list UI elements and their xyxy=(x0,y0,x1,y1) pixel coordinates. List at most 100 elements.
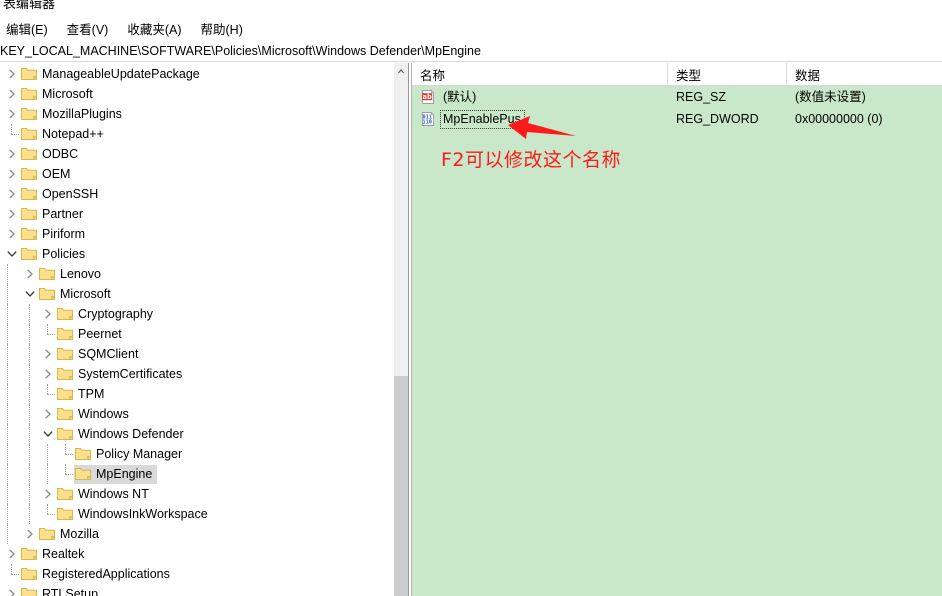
tree-item-openssh[interactable]: OpenSSH xyxy=(0,184,394,204)
chevron-right-icon[interactable] xyxy=(22,264,38,284)
chevron-right-icon[interactable] xyxy=(40,344,56,364)
chevron-right-icon[interactable] xyxy=(4,144,20,164)
tree-item-content[interactable]: Microsoft xyxy=(20,85,98,104)
tree-item-windows[interactable]: Windows xyxy=(0,404,394,424)
menu-view[interactable]: 查看(V) xyxy=(65,20,118,40)
tree-item-content[interactable]: OpenSSH xyxy=(20,185,103,204)
scroll-thumb[interactable] xyxy=(394,376,408,596)
tree-item-content[interactable]: TPM xyxy=(56,385,109,404)
folder-icon xyxy=(39,527,56,541)
address-bar[interactable]: KEY_LOCAL_MACHINE\SOFTWARE\Policies\Micr… xyxy=(0,42,942,62)
tree-indent-guide xyxy=(40,444,58,464)
chevron-right-icon[interactable] xyxy=(40,304,56,324)
tree-item-cryptography[interactable]: Cryptography xyxy=(0,304,394,324)
tree-item-content[interactable]: Cryptography xyxy=(56,305,158,324)
tree-item-content[interactable]: Partner xyxy=(20,205,88,224)
tree-item-partner[interactable]: Partner xyxy=(0,204,394,224)
tree-item-content[interactable]: Realtek xyxy=(20,545,89,564)
tree-indent-guide xyxy=(22,424,40,444)
chevron-right-icon[interactable] xyxy=(4,204,20,224)
tree-item-content[interactable]: Piriform xyxy=(20,225,90,244)
tree-item-content[interactable]: RTLSetup xyxy=(20,585,103,596)
chevron-down-icon[interactable] xyxy=(40,424,56,444)
chevron-right-icon[interactable] xyxy=(4,64,20,84)
tree-item-mpengine[interactable]: MpEngine xyxy=(0,464,394,484)
tree-item-piriform[interactable]: Piriform xyxy=(0,224,394,244)
tree-item-content[interactable]: Notepad++ xyxy=(20,125,109,144)
chevron-right-icon[interactable] xyxy=(40,404,56,424)
menu-favorites[interactable]: 收藏夹(A) xyxy=(125,20,190,40)
folder-icon xyxy=(21,147,38,161)
tree-item-content[interactable]: RegisteredApplications xyxy=(20,565,175,584)
tree-item-oem[interactable]: OEM xyxy=(0,164,394,184)
tree-indent-guide xyxy=(22,484,40,504)
tree-item-windows-defender[interactable]: Windows Defender xyxy=(0,424,394,444)
chevron-right-icon[interactable] xyxy=(40,484,56,504)
chevron-right-icon[interactable] xyxy=(40,364,56,384)
tree-item-content[interactable]: Windows xyxy=(56,405,134,424)
tree-item-content[interactable]: Windows NT xyxy=(56,485,154,504)
registry-values-pane[interactable]: 名称 类型 数据 ab (默认) REG_SZ (数值未设置) 011 110 MpEnable… xyxy=(411,63,942,596)
chevron-right-icon[interactable] xyxy=(22,524,38,544)
values-list[interactable]: ab (默认) REG_SZ (数值未设置) 011 110 MpEnablePus REG_… xyxy=(412,86,942,130)
tree-item-policy-manager[interactable]: Policy Manager xyxy=(0,444,394,464)
tree-item-content[interactable]: Windows Defender xyxy=(56,425,189,444)
column-header-type[interactable]: 类型 xyxy=(668,63,787,86)
tree-item-microsoft[interactable]: Microsoft xyxy=(0,84,394,104)
tree-item-manageableupdatepackage[interactable]: ManageableUpdatePackage xyxy=(0,64,394,84)
menu-help[interactable]: 帮助(H) xyxy=(199,20,252,40)
scroll-up-button[interactable] xyxy=(394,63,408,79)
tree-item-odbc[interactable]: ODBC xyxy=(0,144,394,164)
chevron-right-icon[interactable] xyxy=(4,184,20,204)
value-row[interactable]: ab (默认) REG_SZ (数值未设置) xyxy=(412,86,942,108)
tree-item-content[interactable]: ManageableUpdatePackage xyxy=(20,65,205,84)
registry-tree[interactable]: ManageableUpdatePackage Microsoft MozillaP… xyxy=(0,64,394,596)
tree-item-rtlsetup[interactable]: RTLSetup xyxy=(0,584,394,596)
value-name-cell[interactable]: ab (默认) xyxy=(412,88,668,107)
tree-item-content[interactable]: Lenovo xyxy=(38,265,106,284)
tree-item-systemcertificates[interactable]: SystemCertificates xyxy=(0,364,394,384)
value-name-cell[interactable]: 011 110 MpEnablePus xyxy=(412,109,668,129)
column-header-name[interactable]: 名称 xyxy=(412,63,668,86)
tree-item-content[interactable]: Policy Manager xyxy=(74,445,187,464)
tree-item-policies[interactable]: Policies xyxy=(0,244,394,264)
tree-item-content[interactable]: SQMClient xyxy=(56,345,143,364)
tree-item-mozillaplugins[interactable]: MozillaPlugins xyxy=(0,104,394,124)
tree-item-content[interactable]: Microsoft xyxy=(38,285,116,304)
tree-item-sqmclient[interactable]: SQMClient xyxy=(0,344,394,364)
chevron-right-icon[interactable] xyxy=(4,164,20,184)
tree-item-lenovo[interactable]: Lenovo xyxy=(0,264,394,284)
tree-item-realtek[interactable]: Realtek xyxy=(0,544,394,564)
tree-item-content[interactable]: Policies xyxy=(20,245,90,264)
tree-item-registeredapplications[interactable]: RegisteredApplications xyxy=(0,564,394,584)
chevron-right-icon[interactable] xyxy=(4,84,20,104)
chevron-right-icon[interactable] xyxy=(4,104,20,124)
tree-item-content[interactable]: WindowsInkWorkspace xyxy=(56,505,213,524)
menu-edit[interactable]: 编辑(E) xyxy=(4,20,57,40)
tree-item-mozilla[interactable]: Mozilla xyxy=(0,524,394,544)
tree-item-content[interactable]: Peernet xyxy=(56,325,127,344)
registry-tree-pane[interactable]: ManageableUpdatePackage Microsoft MozillaP… xyxy=(0,63,394,596)
chevron-down-icon[interactable] xyxy=(4,244,20,264)
tree-item-content[interactable]: Mozilla xyxy=(38,525,104,544)
tree-item-content[interactable]: MpEngine xyxy=(74,464,158,484)
chevron-right-icon[interactable] xyxy=(4,544,20,564)
tree-item-microsoft[interactable]: Microsoft xyxy=(0,284,394,304)
chevron-down-icon[interactable] xyxy=(22,284,38,304)
tree-item-content[interactable]: MozillaPlugins xyxy=(20,105,127,124)
tree-item-notepad-[interactable]: Notepad++ xyxy=(0,124,394,144)
value-row[interactable]: 011 110 MpEnablePus REG_DWORD 0x00000000 (0) xyxy=(412,108,942,130)
tree-item-content[interactable]: OEM xyxy=(20,165,75,184)
chevron-right-icon[interactable] xyxy=(4,224,20,244)
folder-icon xyxy=(57,387,74,401)
tree-item-content[interactable]: ODBC xyxy=(20,145,83,164)
tree-vertical-scrollbar[interactable] xyxy=(394,63,409,596)
tree-item-tpm[interactable]: TPM xyxy=(0,384,394,404)
tree-item-content[interactable]: SystemCertificates xyxy=(56,365,187,384)
tree-item-windowsinkworkspace[interactable]: WindowsInkWorkspace xyxy=(0,504,394,524)
main-content: ManageableUpdatePackage Microsoft MozillaP… xyxy=(0,63,942,596)
tree-item-peernet[interactable]: Peernet xyxy=(0,324,394,344)
tree-item-windows-nt[interactable]: Windows NT xyxy=(0,484,394,504)
column-header-data[interactable]: 数据 xyxy=(787,63,942,86)
chevron-right-icon[interactable] xyxy=(4,584,20,596)
